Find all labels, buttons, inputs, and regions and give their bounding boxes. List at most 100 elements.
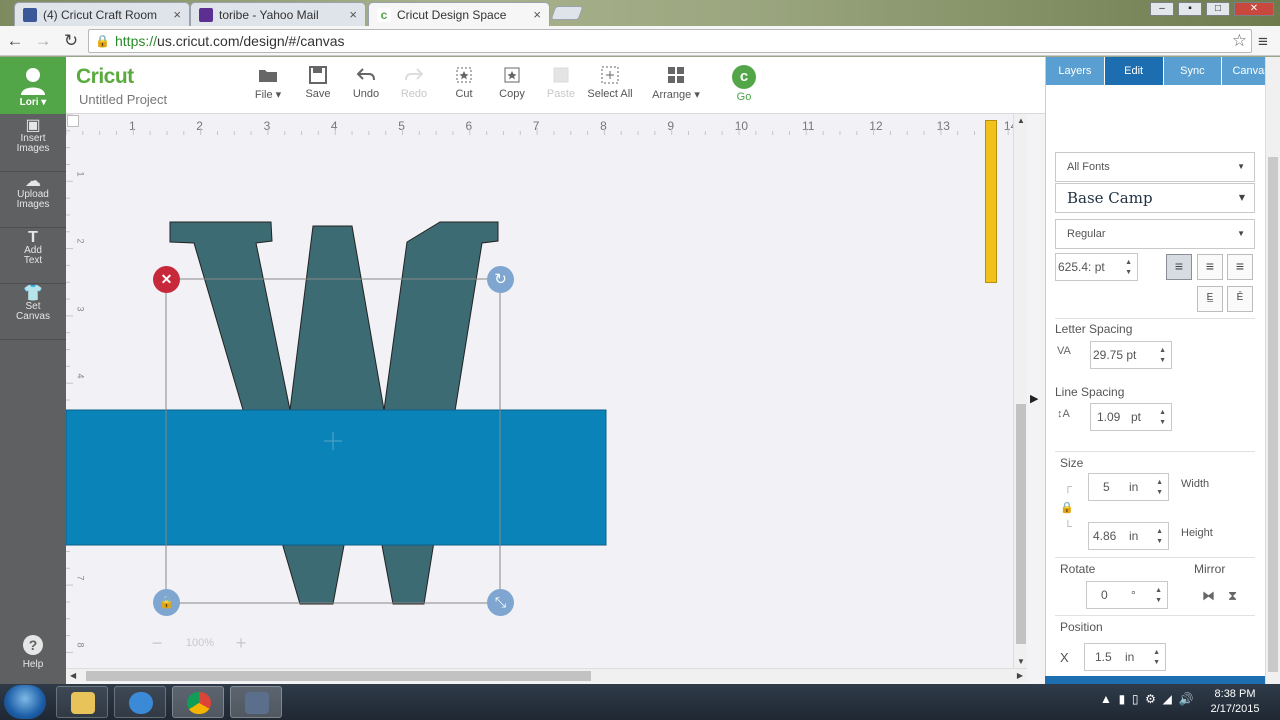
- arrange-icon: [668, 67, 684, 83]
- step-down-icon[interactable]: ▼: [1153, 659, 1160, 667]
- scroll-thumb[interactable]: [1268, 157, 1278, 672]
- tab-cricut-craft-room[interactable]: (4) Cricut Craft Room ×: [14, 2, 190, 26]
- step-up-icon[interactable]: ▲: [1156, 479, 1163, 487]
- tab-layers[interactable]: Layers: [1046, 57, 1104, 85]
- font-family-select[interactable]: Base Camp ▼: [1055, 183, 1255, 213]
- resize-handle[interactable]: ⤡: [487, 589, 514, 616]
- step-up-icon[interactable]: ▲: [1159, 347, 1166, 355]
- step-up-icon[interactable]: ▲: [1156, 528, 1163, 536]
- rotate-handle[interactable]: ↻: [487, 266, 514, 293]
- scroll-left-icon[interactable]: ◀: [70, 671, 76, 680]
- tab-yahoo-mail[interactable]: toribe - Yahoo Mail ×: [190, 2, 366, 26]
- line-spacing-stepper[interactable]: 1.09 pt ▲ ▼: [1090, 403, 1172, 431]
- align-left-button[interactable]: ≡: [1166, 254, 1192, 280]
- window-close-button[interactable]: ✕: [1234, 2, 1274, 16]
- divider: [1055, 557, 1255, 558]
- lock-icon[interactable]: 🔒: [1060, 501, 1074, 514]
- tab-edit[interactable]: Edit: [1104, 57, 1163, 85]
- browser-menu-icon[interactable]: ≡: [1258, 32, 1268, 52]
- panel-collapse-arrow-icon[interactable]: ▶: [1030, 392, 1038, 405]
- taskbar-explorer[interactable]: [56, 686, 108, 718]
- width-stepper[interactable]: 5 in ▲ ▼: [1088, 473, 1169, 501]
- wifi-icon[interactable]: ◢: [1163, 692, 1172, 706]
- select-all-button[interactable]: Select All: [580, 65, 640, 100]
- step-up-icon[interactable]: ▲: [1155, 587, 1162, 595]
- close-icon[interactable]: ×: [173, 7, 181, 22]
- step-down-icon[interactable]: ▼: [1159, 357, 1166, 365]
- x-position-stepper[interactable]: 1.5 in ▲ ▼: [1084, 643, 1166, 671]
- close-icon[interactable]: ×: [349, 7, 357, 22]
- caret-down-icon: ▼: [1238, 193, 1245, 202]
- step-down-icon[interactable]: ▼: [1156, 489, 1163, 497]
- show-hidden-icons-icon[interactable]: ▲: [1100, 692, 1112, 706]
- user-menu[interactable]: Lori ▾: [0, 57, 66, 114]
- step-up-icon[interactable]: ▲: [1159, 409, 1166, 417]
- new-tab-button[interactable]: [550, 6, 584, 20]
- close-icon[interactable]: ×: [533, 7, 541, 22]
- step-up-icon[interactable]: ▲: [1125, 259, 1132, 267]
- scroll-thumb[interactable]: [86, 671, 591, 681]
- settings-icon[interactable]: ⚙: [1145, 692, 1156, 706]
- taskbar-recorder[interactable]: [230, 686, 282, 718]
- scroll-up-icon[interactable]: ▲: [1017, 116, 1025, 125]
- network-icon[interactable]: ▮: [1119, 692, 1126, 706]
- letter-spacing-stepper[interactable]: 29.75 pt ▲ ▼: [1090, 341, 1172, 369]
- go-button[interactable]: c Go: [714, 63, 774, 103]
- tab-sync[interactable]: Sync: [1163, 57, 1222, 85]
- rotate-stepper[interactable]: 0 ° ▲ ▼: [1086, 581, 1168, 609]
- step-down-icon[interactable]: ▼: [1155, 597, 1162, 605]
- step-up-icon[interactable]: ▲: [1153, 649, 1160, 657]
- tab-cricut-design-space[interactable]: c Cricut Design Space ×: [368, 2, 550, 26]
- design-canvas[interactable]: 1234567891011121314 12345678 ✕ ↻: [66, 114, 1013, 668]
- bookmark-star-icon[interactable]: ☆: [1232, 31, 1247, 51]
- maximize-button[interactable]: □: [1206, 2, 1230, 16]
- browser-tab-strip: (4) Cricut Craft Room × toribe - Yahoo M…: [0, 0, 1280, 26]
- delete-handle[interactable]: ✕: [153, 266, 180, 293]
- upload-images-button[interactable]: ☁ Upload Images: [0, 174, 66, 210]
- height-stepper[interactable]: 4.86 in ▲ ▼: [1088, 522, 1169, 550]
- align-center-button[interactable]: ≡: [1197, 254, 1223, 280]
- font-size-stepper[interactable]: 625.4: pt ▲ ▼: [1055, 253, 1138, 281]
- reload-icon[interactable]: ↻: [60, 30, 82, 52]
- add-text-button[interactable]: T Add Text: [0, 230, 66, 266]
- position-label: Position: [1060, 620, 1103, 634]
- blue-rectangle-shape[interactable]: [66, 409, 607, 546]
- copy-icon: [504, 67, 520, 83]
- user-button[interactable]: ▪: [1178, 2, 1202, 16]
- clock[interactable]: 8:38 PM 2/17/2015: [1200, 687, 1270, 717]
- image-icon: ▣: [25, 117, 41, 134]
- forward-arrow-icon[interactable]: →: [32, 30, 54, 52]
- step-down-icon[interactable]: ▼: [1159, 419, 1166, 427]
- canvas-vertical-scrollbar[interactable]: ▲ ▼: [1013, 114, 1027, 668]
- align-right-button[interactable]: ≡: [1227, 254, 1253, 280]
- arrange-button[interactable]: Arrange ▾: [646, 65, 706, 101]
- minimize-button[interactable]: –: [1150, 2, 1174, 16]
- letter-spacing-tool-button[interactable]: E̲: [1197, 286, 1223, 312]
- address-bar[interactable]: 🔒 https://us.cricut.com/design/#/canvas …: [88, 29, 1252, 53]
- panel-scrollbar[interactable]: [1265, 57, 1280, 684]
- step-down-icon[interactable]: ▼: [1125, 269, 1132, 277]
- scroll-right-icon[interactable]: ▶: [1017, 671, 1023, 680]
- back-arrow-icon[interactable]: ←: [4, 30, 26, 52]
- zoom-out-button[interactable]: −: [144, 630, 170, 656]
- battery-icon[interactable]: ▯: [1132, 692, 1139, 706]
- font-style-select[interactable]: Regular ▼: [1055, 219, 1255, 249]
- zoom-in-button[interactable]: +: [228, 630, 254, 656]
- font-filter-select[interactable]: All Fonts ▼: [1055, 152, 1255, 182]
- canvas-horizontal-scrollbar[interactable]: ◀ ▶: [66, 668, 1027, 682]
- set-canvas-button[interactable]: 👕 Set Canvas: [0, 286, 66, 322]
- scroll-down-icon[interactable]: ▼: [1017, 657, 1025, 666]
- step-down-icon[interactable]: ▼: [1156, 538, 1163, 546]
- volume-icon[interactable]: 🔊: [1178, 692, 1193, 706]
- scroll-thumb[interactable]: [1016, 404, 1026, 644]
- start-button[interactable]: [4, 685, 46, 719]
- help-button[interactable]: ? Help: [0, 635, 66, 670]
- line-spacing-tool-button[interactable]: Ē: [1227, 286, 1253, 312]
- divider: [1055, 615, 1255, 616]
- lock-proportion-handle[interactable]: 🔒: [153, 589, 180, 616]
- mirror-horizontal-icon[interactable]: ⧓: [1202, 588, 1215, 604]
- taskbar-ie[interactable]: [114, 686, 166, 718]
- taskbar-chrome[interactable]: [172, 686, 224, 718]
- insert-images-button[interactable]: ▣ Insert Images: [0, 117, 66, 154]
- mirror-vertical-icon[interactable]: ⧗: [1228, 588, 1237, 604]
